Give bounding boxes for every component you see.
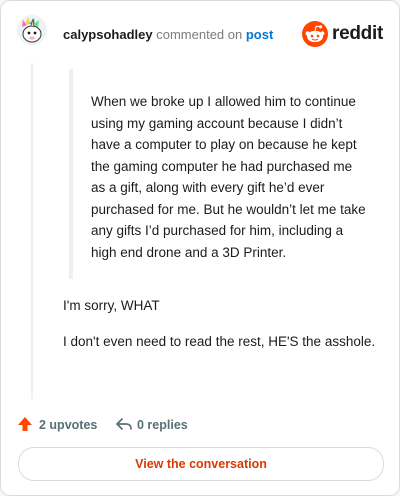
- upvote-count: 2 upvotes: [39, 418, 98, 432]
- comment-paragraph: I'm sorry, WHAT: [63, 298, 160, 313]
- comment-paragraph: I don't even need to read the rest, HE'S…: [63, 334, 376, 349]
- reply-arrow-icon: [116, 418, 132, 430]
- view-conversation-button[interactable]: View the conversation: [18, 447, 384, 481]
- comment-card: calypsohadley commented on post reddit W…: [0, 0, 400, 496]
- reddit-snoo-logo-icon: [302, 21, 329, 47]
- brand-name: reddit: [332, 23, 383, 44]
- reddit-brand[interactable]: reddit: [302, 21, 383, 47]
- blockquote: When we broke up I allowed him to contin…: [69, 69, 369, 279]
- comment-meta: calypsohadley commented on post: [63, 28, 273, 42]
- action-text: commented on: [156, 27, 243, 42]
- user-avatar-icon[interactable]: [17, 15, 47, 45]
- upvote-arrow-icon: [18, 417, 32, 431]
- post-link[interactable]: post: [246, 27, 273, 42]
- thread-line: [31, 63, 33, 399]
- reply-count: 0 replies: [137, 418, 188, 432]
- quote-text: When we broke up I allowed him to contin…: [91, 94, 366, 260]
- comment-header: calypsohadley commented on post reddit: [1, 1, 399, 65]
- username[interactable]: calypsohadley: [63, 27, 153, 42]
